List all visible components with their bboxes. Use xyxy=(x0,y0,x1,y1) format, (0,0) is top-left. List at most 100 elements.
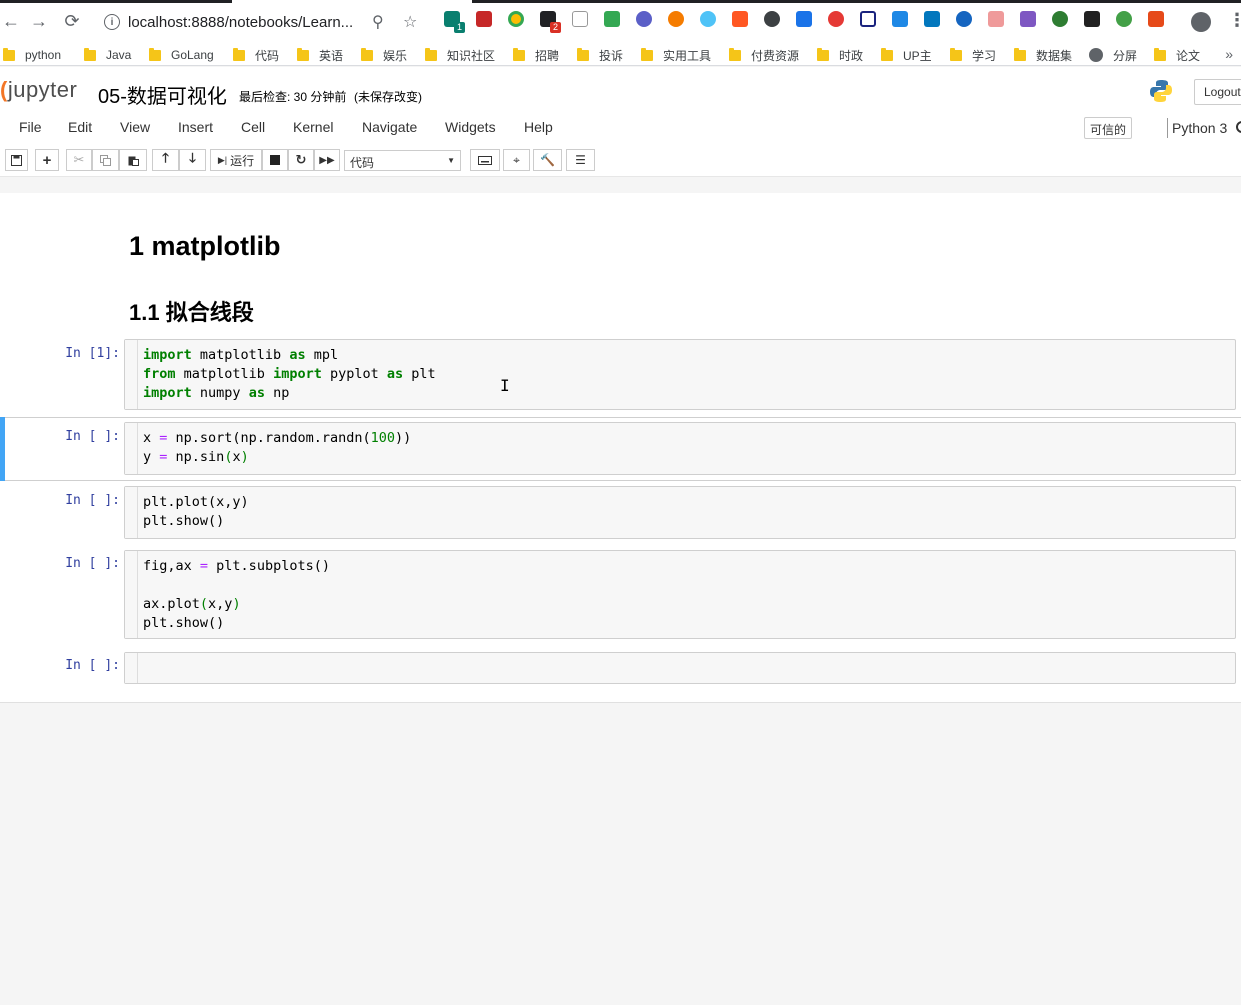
forward-icon[interactable]: → xyxy=(28,10,50,32)
menu-widgets[interactable]: Widgets xyxy=(445,119,496,135)
menu-view[interactable]: View xyxy=(120,119,150,135)
extension-icon[interactable] xyxy=(892,11,908,27)
extension-icon[interactable] xyxy=(924,11,940,27)
menu-navigate[interactable]: Navigate xyxy=(362,119,417,135)
code-cell-input[interactable]: x = np.sort(np.random.randn(100)) y = np… xyxy=(124,422,1236,475)
restart-icon[interactable]: ↻ xyxy=(288,149,314,171)
profile-avatar-icon[interactable] xyxy=(1191,12,1211,32)
extension-icon[interactable] xyxy=(988,11,1004,27)
jupyter-logo[interactable]: (jupyter xyxy=(0,77,77,103)
bookmark-item[interactable]: 学习 xyxy=(950,47,996,63)
bookmark-item[interactable]: GoLang xyxy=(149,47,214,63)
browser-menu-icon[interactable]: ⋮ xyxy=(1228,10,1241,31)
extension-icon[interactable] xyxy=(956,11,972,27)
code-cell-input[interactable]: fig,ax = plt.subplots() ax.plot(x,y) plt… xyxy=(124,550,1236,639)
trusted-badge[interactable]: 可信的 xyxy=(1084,117,1133,139)
crosshair-icon[interactable]: ⌖ xyxy=(503,149,530,171)
menu-cell[interactable]: Cell xyxy=(241,119,265,135)
extension-icon[interactable] xyxy=(796,11,812,27)
bookmark-item[interactable]: Java xyxy=(84,47,131,63)
url-text[interactable]: localhost:8888/notebooks/Learn... xyxy=(128,14,353,31)
extension-icon[interactable] xyxy=(732,11,748,27)
bookmark-item[interactable]: 英语 xyxy=(297,47,343,63)
extension-icon[interactable] xyxy=(1020,11,1036,27)
code-cell-input[interactable] xyxy=(124,652,1236,684)
extension-icon[interactable] xyxy=(668,11,684,27)
menu-edit[interactable]: Edit xyxy=(68,119,92,135)
extension-icon[interactable] xyxy=(508,11,524,27)
cut-icon[interactable]: ✂ xyxy=(66,149,92,171)
bookmark-item[interactable]: python xyxy=(3,47,61,63)
extension-icon[interactable] xyxy=(604,11,620,27)
extension-icon[interactable] xyxy=(572,11,588,27)
info-icon[interactable]: i xyxy=(104,14,120,30)
notebook-name[interactable]: 05-数据可视化 xyxy=(98,80,227,109)
bookmark-item[interactable]: 娱乐 xyxy=(361,47,407,63)
kernel-name[interactable]: Python 3 xyxy=(1172,120,1227,136)
menu-insert[interactable]: Insert xyxy=(178,119,213,135)
menu-file[interactable]: File xyxy=(19,119,42,135)
code-cell-input[interactable]: plt.plot(x,y) plt.show() xyxy=(124,486,1236,539)
logout-button[interactable]: Logout xyxy=(1194,79,1241,105)
extension-icon[interactable] xyxy=(1084,11,1100,27)
bookmark-label: 分屏 xyxy=(1113,48,1138,63)
folder-icon xyxy=(817,47,829,61)
bookmark-item[interactable]: 代码 xyxy=(233,47,279,63)
list-icon[interactable]: ☰ xyxy=(566,149,595,171)
move-up-icon[interactable]: 🡑 xyxy=(152,149,179,171)
extension-icon[interactable] xyxy=(828,11,844,27)
add-cell-icon[interactable]: + xyxy=(35,149,59,171)
code-text[interactable]: plt.plot(x,y) plt.show() xyxy=(143,493,249,531)
code-text[interactable]: x = np.sort(np.random.randn(100)) y = np… xyxy=(143,429,411,467)
back-icon[interactable]: ← xyxy=(0,10,22,32)
wrench-icon[interactable]: 🔨 xyxy=(533,149,562,171)
extension-icon[interactable] xyxy=(764,11,780,27)
cell-prompt: In [ ]: xyxy=(65,493,120,508)
extension-icon[interactable] xyxy=(860,11,876,27)
bookmark-item[interactable]: UP主 xyxy=(881,47,932,63)
bookmark-item[interactable]: 时政 xyxy=(817,47,863,63)
save-icon[interactable] xyxy=(5,149,28,171)
fast-forward-icon[interactable]: ▶▶ xyxy=(314,149,340,171)
zoom-icon[interactable]: ⚲ xyxy=(372,12,384,32)
run-label: 运行 xyxy=(230,153,255,168)
bookmark-item[interactable]: 付费资源 xyxy=(729,47,799,63)
extension-badge: 1 xyxy=(454,22,465,33)
code-text[interactable]: fig,ax = plt.subplots() ax.plot(x,y) plt… xyxy=(143,557,330,633)
bookmark-label: python xyxy=(25,48,62,62)
extension-icon[interactable]: 1 xyxy=(444,11,465,33)
folder-icon xyxy=(950,47,962,61)
folder-icon xyxy=(513,47,525,61)
code-text[interactable]: import matplotlib as mpl from matplotlib… xyxy=(143,346,436,403)
bookmark-item[interactable]: 分屏 xyxy=(1089,47,1137,63)
bookmark-item[interactable]: 投诉 xyxy=(577,47,623,63)
code-cell-input[interactable]: import matplotlib as mpl from matplotlib… xyxy=(124,339,1236,410)
bookmarks-overflow-icon[interactable]: » xyxy=(1225,46,1233,62)
bookmark-item[interactable]: 数据集 xyxy=(1014,47,1072,63)
bookmark-item[interactable]: 论文 xyxy=(1154,47,1200,63)
pdf-extension-icon[interactable] xyxy=(476,11,492,27)
text-cursor-icon: I xyxy=(500,376,510,395)
extension-icon[interactable] xyxy=(636,11,652,27)
star-icon[interactable]: ☆ xyxy=(403,12,417,32)
move-down-icon[interactable]: 🡓 xyxy=(179,149,206,171)
extension-icon[interactable] xyxy=(700,11,716,27)
run-button[interactable]: ▶| 运行 xyxy=(210,149,262,171)
bookmark-item[interactable]: 招聘 xyxy=(513,47,559,63)
keyboard-icon[interactable] xyxy=(470,149,500,171)
menu-kernel[interactable]: Kernel xyxy=(293,119,333,135)
copy-icon[interactable] xyxy=(92,149,119,171)
paste-icon[interactable] xyxy=(119,149,147,171)
menu-help[interactable]: Help xyxy=(524,119,553,135)
extension-icon[interactable] xyxy=(1052,11,1068,27)
cell-prompt: In [1]: xyxy=(65,346,120,361)
bookmark-item[interactable]: 实用工具 xyxy=(641,47,711,63)
cell-type-select[interactable]: 代码 ▼ xyxy=(344,150,461,171)
extension-icon[interactable] xyxy=(1116,11,1132,27)
stop-icon[interactable] xyxy=(262,149,288,171)
extension-icon[interactable]: 2 xyxy=(540,11,561,33)
office-icon[interactable] xyxy=(1148,11,1164,27)
bookmark-item[interactable]: 知识社区 xyxy=(425,47,495,63)
reload-icon[interactable]: ⟳ xyxy=(61,10,83,32)
autosave-status: (未保存改变) xyxy=(354,90,422,104)
